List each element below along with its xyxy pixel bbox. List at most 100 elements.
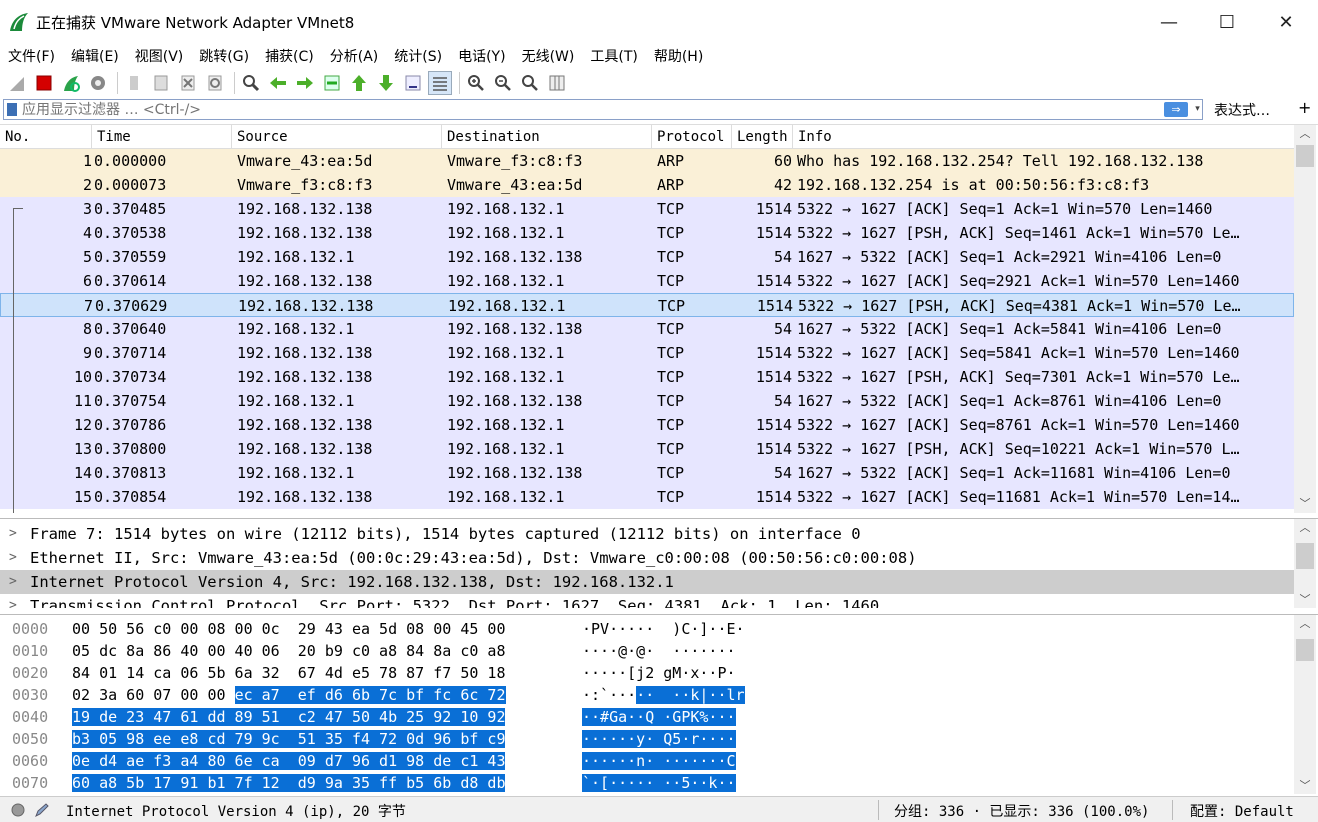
packet-row[interactable]: 8 0.370640 192.168.132.1 192.168.132.138 TCP… (0, 317, 1294, 341)
packet-row[interactable]: 1 0.000000 Vmware_43:ea:5d Vmware_f3:c8:f3 A… (0, 149, 1294, 173)
expression-button[interactable]: 表达式… (1214, 100, 1270, 120)
auto-scroll-icon[interactable] (401, 71, 425, 95)
open-file-icon[interactable] (122, 71, 146, 95)
packet-row[interactable]: 11 0.370754 192.168.132.1 192.168.132.138 TC… (0, 389, 1294, 413)
byte-row[interactable]: 0010 05 dc 8a 86 40 00 40 06 20 b9 c0 a8 … (0, 640, 1294, 662)
maximize-button[interactable]: ☐ (1198, 0, 1256, 44)
packet-list[interactable]: No. Time Source Destination Protocol Len… (0, 124, 1318, 514)
packet-cell-len: 54 (773, 464, 792, 482)
detail-ipv4-row[interactable]: > Internet Protocol Version 4, Src: 192.… (0, 570, 1294, 594)
byte-row[interactable]: 0060 0e d4 ae f3 a4 80 6e ca 09 d7 96 d1 … (0, 750, 1294, 772)
column-header-no[interactable]: No. (0, 125, 92, 149)
expand-chevron-icon[interactable]: > (9, 522, 17, 546)
packet-row[interactable]: 5 0.370559 192.168.132.1 192.168.132.138 TCP… (0, 245, 1294, 269)
column-header-source[interactable]: Source (232, 125, 442, 149)
column-header-info[interactable]: Info (793, 125, 1294, 149)
display-filter-input[interactable] (22, 100, 1142, 119)
packet-row[interactable]: 14 0.370813 192.168.132.1 192.168.132.138 TC… (0, 461, 1294, 485)
scroll-up-icon[interactable]: ︿ (1294, 519, 1316, 537)
scrollbar-thumb[interactable] (1296, 639, 1314, 661)
packet-row[interactable]: 4 0.370538 192.168.132.138 192.168.132.1 TCP… (0, 221, 1294, 245)
column-header-protocol[interactable]: Protocol (652, 125, 732, 149)
byte-row[interactable]: 0070 60 a8 5b 17 91 b1 7f 12 d9 9a 35 ff … (0, 772, 1294, 794)
column-header-time[interactable]: Time (92, 125, 232, 149)
expand-chevron-icon[interactable]: > (9, 594, 17, 608)
detail-frame-row[interactable]: > Frame 7: 1514 bytes on wire (12112 bit… (0, 522, 1294, 546)
scroll-down-icon[interactable]: ﹀ (1294, 777, 1316, 794)
column-header-length[interactable]: Length (732, 125, 793, 149)
go-forward-icon[interactable] (293, 71, 317, 95)
go-last-icon[interactable] (374, 71, 398, 95)
find-packet-icon[interactable] (239, 71, 263, 95)
packet-row[interactable]: 15 0.370854 192.168.132.138 192.168.132.1 TC… (0, 485, 1294, 509)
menu-file[interactable]: 文件(F) (0, 46, 63, 66)
packet-bytes[interactable]: 0000 00 50 56 c0 00 08 00 0c 29 43 ea 5d … (0, 614, 1318, 794)
close-button[interactable]: ✕ (1257, 0, 1315, 44)
detail-ethernet-row[interactable]: > Ethernet II, Src: Vmware_43:ea:5d (00:… (0, 546, 1294, 570)
byte-row[interactable]: 0040 19 de 23 47 61 dd 89 51 c2 47 50 4b … (0, 706, 1294, 728)
go-first-icon[interactable] (347, 71, 371, 95)
details-scrollbar[interactable]: ︿ ﹀ (1294, 519, 1316, 608)
menu-analyze[interactable]: 分析(A) (322, 46, 387, 66)
packet-cell-proto: TCP (657, 248, 685, 266)
expand-chevron-icon[interactable]: > (9, 570, 17, 594)
capture-status-icon[interactable] (10, 802, 26, 818)
menu-capture[interactable]: 捕获(C) (257, 46, 322, 66)
packet-row[interactable]: 12 0.370786 192.168.132.138 192.168.132.1 TC… (0, 413, 1294, 437)
menu-tools[interactable]: 工具(T) (582, 46, 645, 66)
bookmark-icon[interactable] (7, 103, 17, 116)
apply-filter-arrow-icon[interactable]: ⇒ (1164, 102, 1188, 117)
column-header-destination[interactable]: Destination (442, 125, 652, 149)
scroll-up-icon[interactable]: ︿ (1294, 615, 1316, 633)
minimize-button[interactable]: — (1140, 0, 1198, 44)
scrollbar-thumb[interactable] (1296, 543, 1314, 569)
packet-row[interactable]: 13 0.370800 192.168.132.138 192.168.132.1 TC… (0, 437, 1294, 461)
status-profile[interactable]: 配置: Default (1190, 801, 1294, 821)
menu-edit[interactable]: 编辑(E) (63, 46, 127, 66)
byte-row[interactable]: 0050 b3 05 98 ee e8 cd 79 9c 51 35 f4 72 … (0, 728, 1294, 750)
packet-row[interactable]: 9 0.370714 192.168.132.138 192.168.132.1 TCP… (0, 341, 1294, 365)
filter-history-dropdown-icon[interactable]: ▾ (1192, 102, 1203, 117)
byte-row[interactable]: 0000 00 50 56 c0 00 08 00 0c 29 43 ea 5d … (0, 618, 1294, 640)
packet-row[interactable]: 6 0.370614 192.168.132.138 192.168.132.1 TCP… (0, 269, 1294, 293)
byte-row[interactable]: 0020 84 01 14 ca 06 5b 6a 32 67 4d e5 78 … (0, 662, 1294, 684)
reload-file-icon[interactable] (203, 71, 227, 95)
go-to-packet-icon[interactable] (320, 71, 344, 95)
bytes-scrollbar[interactable]: ︿ ﹀ (1294, 615, 1316, 794)
scroll-down-icon[interactable]: ﹀ (1294, 495, 1316, 513)
menu-statistics[interactable]: 统计(S) (386, 46, 450, 66)
scroll-down-icon[interactable]: ﹀ (1294, 591, 1316, 608)
save-file-icon[interactable] (149, 71, 173, 95)
stop-capture-icon[interactable] (32, 71, 56, 95)
colorize-icon[interactable] (428, 71, 452, 95)
packet-row[interactable]: 7 0.370629 192.168.132.138 192.168.132.1 TCP… (0, 293, 1294, 317)
zoom-out-icon[interactable] (491, 71, 515, 95)
packet-details[interactable]: > Frame 7: 1514 bytes on wire (12112 bit… (0, 518, 1318, 608)
restart-capture-icon[interactable] (59, 71, 83, 95)
detail-tcp-row[interactable]: > Transmission Control Protocol, Src Por… (0, 594, 1294, 608)
packet-list-scrollbar[interactable]: ︿ ﹀ (1294, 125, 1316, 513)
menu-go[interactable]: 跳转(G) (191, 46, 257, 66)
zoom-normal-icon[interactable] (518, 71, 542, 95)
packet-cell-info: 1627 → 5322 [ACK] Seq=1 Ack=2921 Win=410… (797, 248, 1222, 266)
packet-row[interactable]: 3 0.370485 192.168.132.138 192.168.132.1 TCP… (0, 197, 1294, 221)
expand-chevron-icon[interactable]: > (9, 546, 17, 570)
menu-wireless[interactable]: 无线(W) (514, 46, 583, 66)
capture-options-icon[interactable] (86, 71, 110, 95)
menu-view[interactable]: 视图(V) (127, 46, 192, 66)
go-back-icon[interactable] (266, 71, 290, 95)
edit-comment-icon[interactable] (34, 802, 50, 818)
byte-row[interactable]: 0030 02 3a 60 07 00 00 ec a7 ef d6 6b 7c … (0, 684, 1294, 706)
packet-row[interactable]: 10 0.370734 192.168.132.138 192.168.132.1 TC… (0, 365, 1294, 389)
scrollbar-thumb[interactable] (1296, 145, 1314, 167)
zoom-in-icon[interactable] (464, 71, 488, 95)
menu-help[interactable]: 帮助(H) (646, 46, 711, 66)
byte-ascii-plain: ·PV····· )C·]··E· (582, 620, 745, 638)
menu-telephony[interactable]: 电话(Y) (450, 46, 513, 66)
add-filter-button[interactable]: + (1298, 98, 1311, 117)
packet-row[interactable]: 2 0.000073 Vmware_f3:c8:f3 Vmware_43:ea:5d A… (0, 173, 1294, 197)
start-capture-icon[interactable] (5, 71, 29, 95)
close-file-icon[interactable] (176, 71, 200, 95)
resize-columns-icon[interactable] (545, 71, 569, 95)
scroll-up-icon[interactable]: ︿ (1294, 125, 1316, 143)
